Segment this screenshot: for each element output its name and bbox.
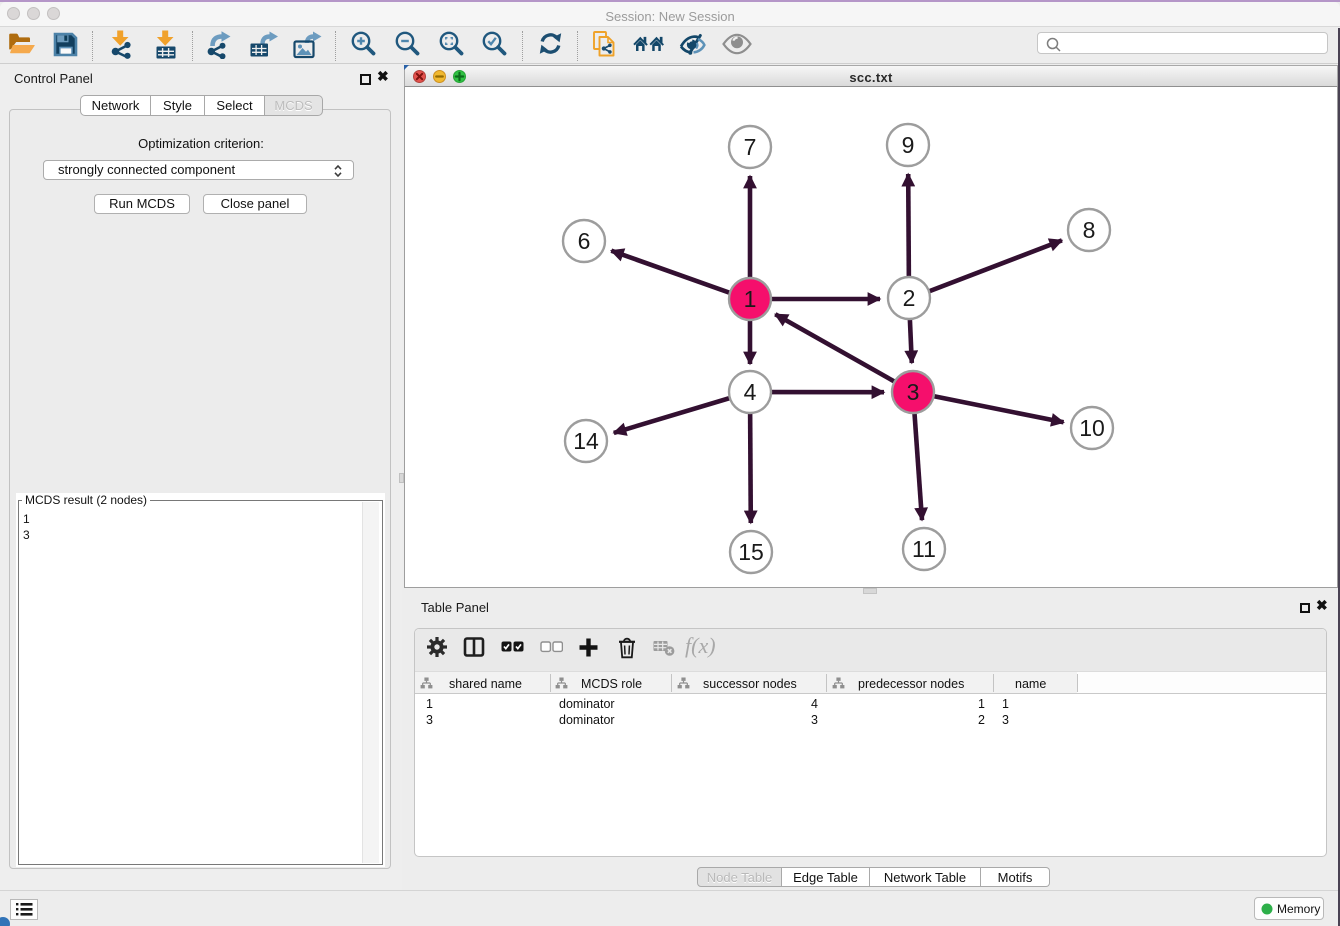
svg-text:7: 7 — [744, 134, 757, 160]
svg-text:14: 14 — [573, 428, 599, 454]
svg-text:1: 1 — [744, 286, 757, 312]
svg-text:15: 15 — [738, 539, 764, 565]
svg-text:2: 2 — [903, 285, 916, 311]
svg-text:10: 10 — [1079, 415, 1105, 441]
svg-text:8: 8 — [1083, 217, 1096, 243]
svg-text:9: 9 — [902, 132, 915, 158]
svg-text:3: 3 — [907, 379, 920, 405]
svg-text:6: 6 — [578, 228, 591, 254]
svg-text:4: 4 — [744, 379, 757, 405]
svg-text:11: 11 — [912, 536, 936, 562]
